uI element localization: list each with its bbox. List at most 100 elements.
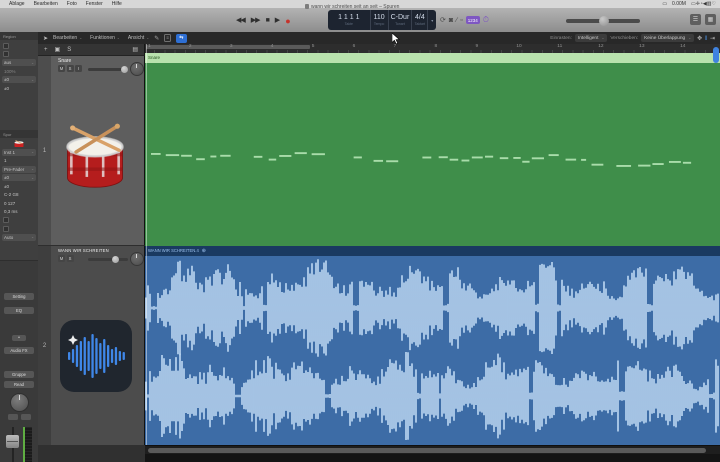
add-track-icon[interactable]: +	[44, 45, 48, 55]
automation-icon[interactable]: ≡	[164, 34, 171, 42]
inspector-row[interactable]: aus ⌄	[2, 59, 36, 66]
inspector-row[interactable]: ±0 ⌄	[2, 76, 36, 83]
browser-button[interactable]: ▦	[705, 14, 716, 25]
solo-off-button[interactable]: S	[67, 45, 71, 55]
inspector-row[interactable]	[2, 139, 36, 147]
lcd-chevron[interactable]: ▾	[428, 10, 436, 30]
channel-audio-fx-button[interactable]: Audio FX	[4, 347, 34, 354]
inspector-region-header[interactable]: Region	[0, 32, 38, 40]
inspector-row[interactable]	[2, 42, 36, 49]
channel-output-button[interactable]	[21, 414, 31, 420]
volume-knob[interactable]	[121, 65, 128, 73]
text-tool-icon[interactable]: I	[705, 35, 707, 42]
audio-region-wann-wir-schreiten[interactable]: WANN WIR SCHREITEN.4 ⊕	[145, 246, 720, 445]
track-header-snare[interactable]: 1 Snare MSI	[38, 56, 145, 246]
forward-button[interactable]: ▶▶	[251, 12, 261, 30]
checkbox[interactable]	[3, 225, 9, 232]
duplicate-track-icon[interactable]: ▣	[55, 45, 61, 55]
input-button[interactable]: I	[75, 65, 82, 72]
header-config-icon[interactable]: ▤	[132, 45, 138, 55]
inspector-row[interactable]	[2, 51, 36, 58]
lcd-position[interactable]: 1 1 1 1 Takte	[328, 10, 371, 30]
vertical-scroll-thumb[interactable]	[713, 47, 719, 63]
inspector-row[interactable]: Inst 1 ⌄	[2, 148, 36, 156]
track-volume-slider[interactable]	[88, 65, 128, 73]
menu-bearbeiten[interactable]: Bearbeiten ⌄	[53, 35, 82, 41]
track-name[interactable]: Snare	[58, 58, 71, 64]
region-inspector-rows: aus ⌄ 100% ±0 ⌄ ±0	[2, 42, 36, 92]
solo-button[interactable]: S	[66, 255, 74, 262]
menu-item-ablage[interactable]: Ablage	[9, 1, 25, 7]
status-icons: ▭✛◔◀▥♡	[691, 0, 716, 8]
menu-item-hilfe[interactable]: Hilfe	[112, 1, 122, 7]
track-name[interactable]: WANN WIR SCHREITEN	[58, 248, 109, 253]
chevron-down-icon: ⌄	[31, 175, 34, 180]
move-tool-icon[interactable]: ✥	[697, 35, 702, 42]
catch-icon[interactable]: ⇥	[710, 35, 715, 42]
channel-setting-button[interactable]: Setting	[4, 293, 34, 300]
master-volume-knob[interactable]	[599, 16, 609, 26]
midi-region-snare[interactable]: Snare	[145, 53, 720, 246]
menu-funktionen[interactable]: Funktionen ⌄	[90, 35, 120, 41]
playhead[interactable]	[146, 44, 147, 445]
pointer-tool-icon[interactable]: ➤	[43, 35, 48, 42]
menu-ansicht[interactable]: Ansicht ⌄	[128, 35, 149, 41]
channel-eq-button[interactable]: EQ	[4, 307, 34, 314]
track-volume-slider[interactable]	[88, 255, 128, 263]
checkbox[interactable]	[3, 42, 9, 49]
menu-item-fenster[interactable]: Fenster	[86, 1, 103, 7]
menu-item-foto[interactable]: Foto	[67, 1, 77, 7]
replace-icon[interactable]: ◙	[449, 17, 453, 24]
track-pan-knob[interactable]	[130, 252, 144, 266]
channel-input-button[interactable]	[8, 414, 18, 420]
record-button[interactable]: ●	[285, 12, 291, 30]
snap-select[interactable]: Intelligent ⌄	[574, 34, 608, 42]
cycle-icon[interactable]: ⟳	[440, 16, 446, 24]
drag-select[interactable]: Keine Überlappung ⌄	[641, 34, 695, 42]
pencil-tool-icon[interactable]: ✎	[154, 35, 159, 42]
volume-knob[interactable]	[112, 255, 119, 263]
status-icon[interactable]: ♡	[712, 1, 716, 7]
inspector-value: ±0	[4, 77, 9, 82]
track-header-wann-wir-schreiten[interactable]: 2 WANN WIR SCHREITEN MS	[38, 246, 145, 445]
menu-item-bearbeiten[interactable]: Bearbeiten	[34, 1, 58, 7]
lcd-key[interactable]: C-Dur Tonart	[389, 10, 413, 30]
list-editors-button[interactable]: ☰	[690, 14, 701, 25]
cycle-range[interactable]	[146, 44, 310, 49]
fader-thumb[interactable]	[6, 435, 19, 448]
master-volume-slider[interactable]	[566, 16, 640, 26]
inspector-track-header[interactable]: Spur	[0, 130, 38, 138]
checkbox[interactable]	[3, 51, 9, 57]
inspector-row[interactable]: Pre-Fader ⌄	[2, 165, 36, 173]
inspector-row[interactable]	[2, 225, 36, 232]
lcd-display[interactable]: 1 1 1 1 Takte 110 Tempo C-Dur Tonart 4/4…	[328, 10, 436, 30]
inspector-value: Pre-Fader	[4, 166, 25, 172]
track-pan-knob[interactable]	[130, 62, 144, 76]
inspector-row[interactable]	[2, 217, 36, 224]
rewind-button[interactable]: ◀◀	[236, 12, 246, 30]
channel-group-button[interactable]: Gruppe	[4, 371, 34, 378]
catch-playhead-button[interactable]: ⇆	[175, 33, 187, 43]
channel-pan-knob[interactable]	[10, 393, 29, 412]
tuner-icon[interactable]: ▫	[460, 17, 462, 24]
inspector-row: C-2 G8	[4, 192, 19, 197]
stop-button[interactable]: ■	[266, 12, 270, 30]
channel-automation-button[interactable]: Read	[4, 381, 34, 388]
ruler-number: 8	[434, 44, 438, 49]
channel-midi-fx-button[interactable]: •	[12, 335, 26, 341]
metronome-icon[interactable]: ⏱	[483, 15, 489, 25]
solo-button[interactable]: S	[66, 65, 74, 72]
inspector-row[interactable]: ±0 ⌄	[2, 174, 36, 181]
count-in-button[interactable]: 1234	[465, 16, 480, 24]
checkbox[interactable]	[3, 217, 9, 223]
inspector-value: Auto	[4, 234, 14, 240]
track-inspector-rows: Inst 1 ⌄ 1 Pre-Fader ⌄ ±0 ⌄ ±0 C-2 G8 0 127 0,3 ms…	[2, 139, 36, 241]
inspector-row[interactable]: Auto ⌄	[2, 233, 36, 241]
lcd-timesig[interactable]: 4/4 Taktart	[412, 10, 429, 30]
horizontal-scroll-thumb[interactable]	[148, 448, 706, 453]
mute-button[interactable]: M	[58, 65, 65, 72]
track-number: 1	[38, 56, 51, 245]
lcd-tempo[interactable]: 110 Tempo	[371, 10, 389, 30]
play-button[interactable]: ▶	[275, 12, 280, 30]
mute-button[interactable]: M	[58, 255, 65, 262]
